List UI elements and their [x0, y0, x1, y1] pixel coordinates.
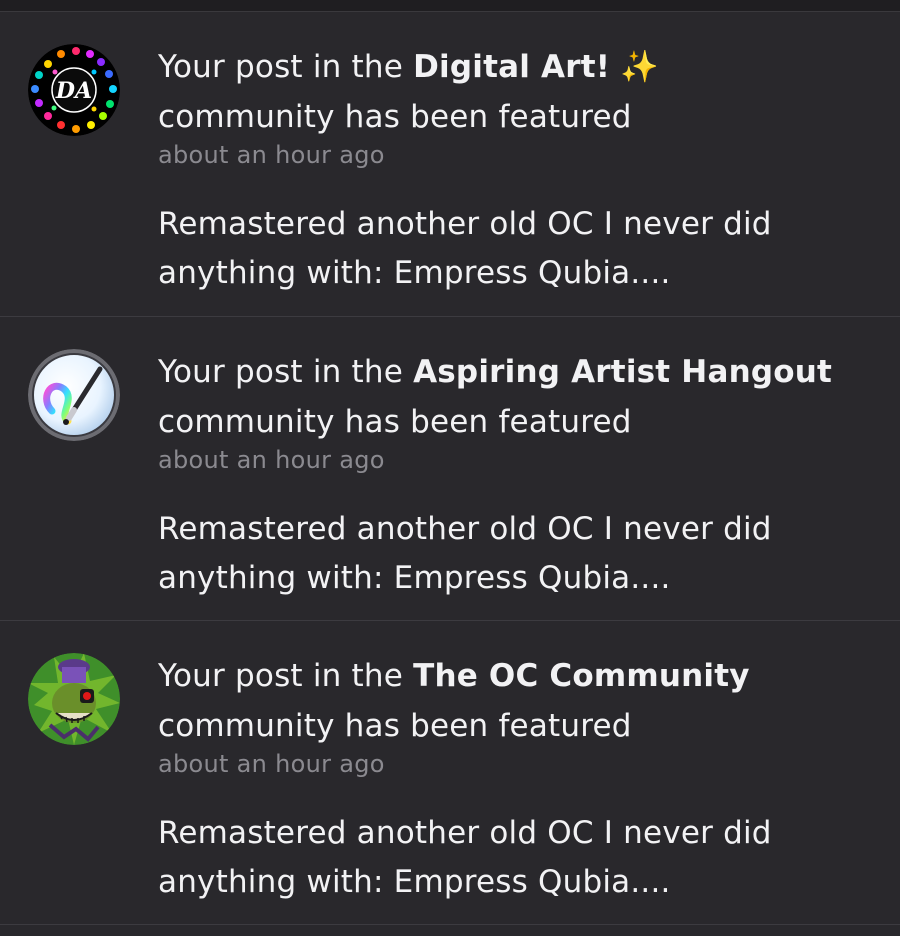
- headline-suffix: community has been featured: [158, 99, 632, 135]
- community-avatar[interactable]: [28, 653, 120, 745]
- headline-suffix: community has been featured: [158, 404, 632, 440]
- notification-content: Your post in the Digital Art! ✨ communit…: [158, 42, 858, 298]
- notification-feed: DA Your post in the Digital Art! ✨ commu…: [0, 12, 900, 925]
- community-avatar[interactable]: [28, 349, 120, 441]
- notification-headline: Your post in the The OC Community commun…: [158, 651, 858, 751]
- community-avatar[interactable]: DA: [28, 44, 120, 136]
- community-name[interactable]: The OC Community: [413, 658, 750, 694]
- headline-suffix: community has been featured: [158, 708, 632, 744]
- svg-text:DA: DA: [55, 78, 92, 104]
- community-name[interactable]: Aspiring Artist Hangout: [413, 354, 832, 390]
- community-name[interactable]: Digital Art!: [413, 49, 610, 85]
- headline-prefix: Your post in the: [158, 658, 404, 694]
- post-excerpt[interactable]: Remastered another old OC I never did an…: [158, 505, 798, 603]
- notification-item[interactable]: DA Your post in the Digital Art! ✨ commu…: [0, 12, 900, 317]
- post-excerpt[interactable]: Remastered another old OC I never did an…: [158, 200, 798, 298]
- paintbrush-logo-icon: [28, 349, 120, 441]
- notification-headline: Your post in the Digital Art! ✨ communit…: [158, 42, 858, 142]
- headline-prefix: Your post in the: [158, 49, 404, 85]
- top-bar: [0, 0, 900, 12]
- notification-headline: Your post in the Aspiring Artist Hangout…: [158, 347, 858, 447]
- headline-prefix: Your post in the: [158, 354, 404, 390]
- timestamp: about an hour ago: [158, 141, 385, 169]
- timestamp: about an hour ago: [158, 446, 385, 474]
- oc-character-logo-icon: [28, 653, 120, 745]
- notification-item[interactable]: Your post in the The OC Community commun…: [0, 621, 900, 925]
- digital-art-logo-icon: DA: [28, 44, 120, 136]
- notification-item[interactable]: Your post in the Aspiring Artist Hangout…: [0, 317, 900, 621]
- notification-content: Your post in the The OC Community commun…: [158, 651, 858, 907]
- timestamp: about an hour ago: [158, 750, 385, 778]
- post-excerpt[interactable]: Remastered another old OC I never did an…: [158, 809, 798, 907]
- notification-content: Your post in the Aspiring Artist Hangout…: [158, 347, 858, 603]
- sparkle-icon: ✨: [620, 49, 659, 85]
